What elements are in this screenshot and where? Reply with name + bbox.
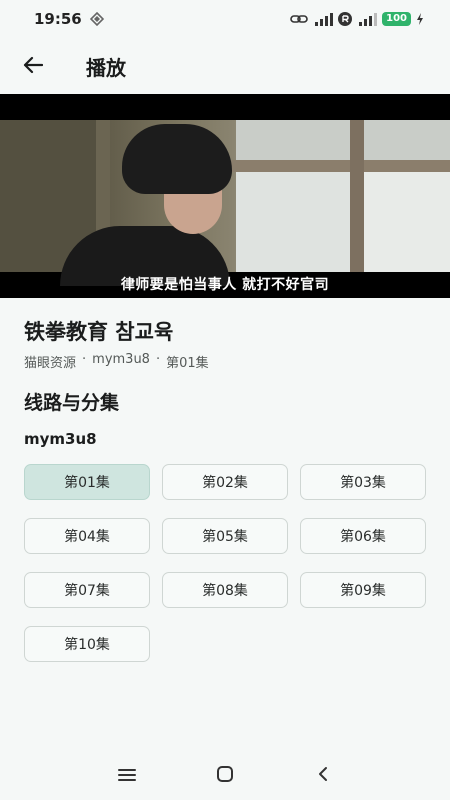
- scene-window-pane: [236, 172, 350, 272]
- episode-button[interactable]: 第07集: [24, 572, 150, 608]
- episode-button[interactable]: 第09集: [300, 572, 426, 608]
- scene-window-top: [236, 120, 450, 160]
- episode-button[interactable]: 第08集: [162, 572, 288, 608]
- system-nav-bar: [0, 752, 450, 800]
- scene-window-frame: [350, 120, 364, 272]
- nav-back-button[interactable]: [309, 762, 337, 790]
- video-subtitle: 律师要是怕当事人 就打不好官司: [120, 277, 330, 293]
- episode-button[interactable]: 第02集: [162, 464, 288, 500]
- show-meta: 猫眼资源 · mym3u8 · 第01集: [24, 352, 209, 371]
- status-left: 19:56: [34, 10, 104, 28]
- signal-4g-icon: [357, 12, 378, 26]
- status-right: 100: [290, 12, 424, 26]
- episode-grid: 第01集 第02集 第03集 第04集 第05集 第06集 第07集 第08集 …: [24, 464, 427, 662]
- video-player[interactable]: 律师要是怕当事人 就打不好官司: [0, 94, 450, 298]
- scene-window-pane: [364, 172, 450, 272]
- meta-line: mym3u8: [92, 352, 150, 367]
- video-frame: [0, 120, 450, 286]
- back-button[interactable]: [18, 52, 48, 82]
- page-title: 播放: [86, 56, 126, 80]
- link-icon: [290, 13, 308, 25]
- episode-button[interactable]: 第04集: [24, 518, 150, 554]
- charging-icon: [416, 13, 424, 25]
- episode-button[interactable]: 第05集: [162, 518, 288, 554]
- meta-separator: ·: [82, 352, 87, 367]
- meta-episode: 第01集: [166, 356, 209, 371]
- arrow-left-icon: [23, 56, 44, 78]
- source-name[interactable]: mym3u8: [24, 430, 97, 448]
- back-icon: [317, 766, 329, 786]
- status-bar: 19:56 100: [0, 0, 450, 38]
- nav-menu-button[interactable]: [113, 762, 141, 790]
- scene-person-hair: [122, 124, 232, 194]
- battery-indicator: 100: [382, 12, 411, 26]
- meta-source: 猫眼资源: [24, 356, 77, 371]
- episode-button[interactable]: 第03集: [300, 464, 426, 500]
- menu-icon: [118, 767, 136, 786]
- episode-button[interactable]: 第01集: [24, 464, 150, 500]
- nav-home-button[interactable]: [211, 762, 239, 790]
- diamond-icon: [89, 12, 104, 26]
- app-bar: 播放: [0, 38, 450, 94]
- scene-window-frame: [226, 160, 450, 172]
- show-title: 铁拳教育 참교육: [24, 320, 174, 344]
- home-icon: [216, 765, 234, 787]
- meta-separator: ·: [155, 352, 161, 367]
- r-badge-icon: [338, 12, 353, 26]
- status-time: 19:56: [34, 10, 82, 28]
- episode-button[interactable]: 第06集: [300, 518, 426, 554]
- signal-5g-icon: [313, 12, 334, 26]
- episode-button[interactable]: 第10集: [24, 626, 150, 662]
- section-title: 线路与分集: [24, 392, 120, 414]
